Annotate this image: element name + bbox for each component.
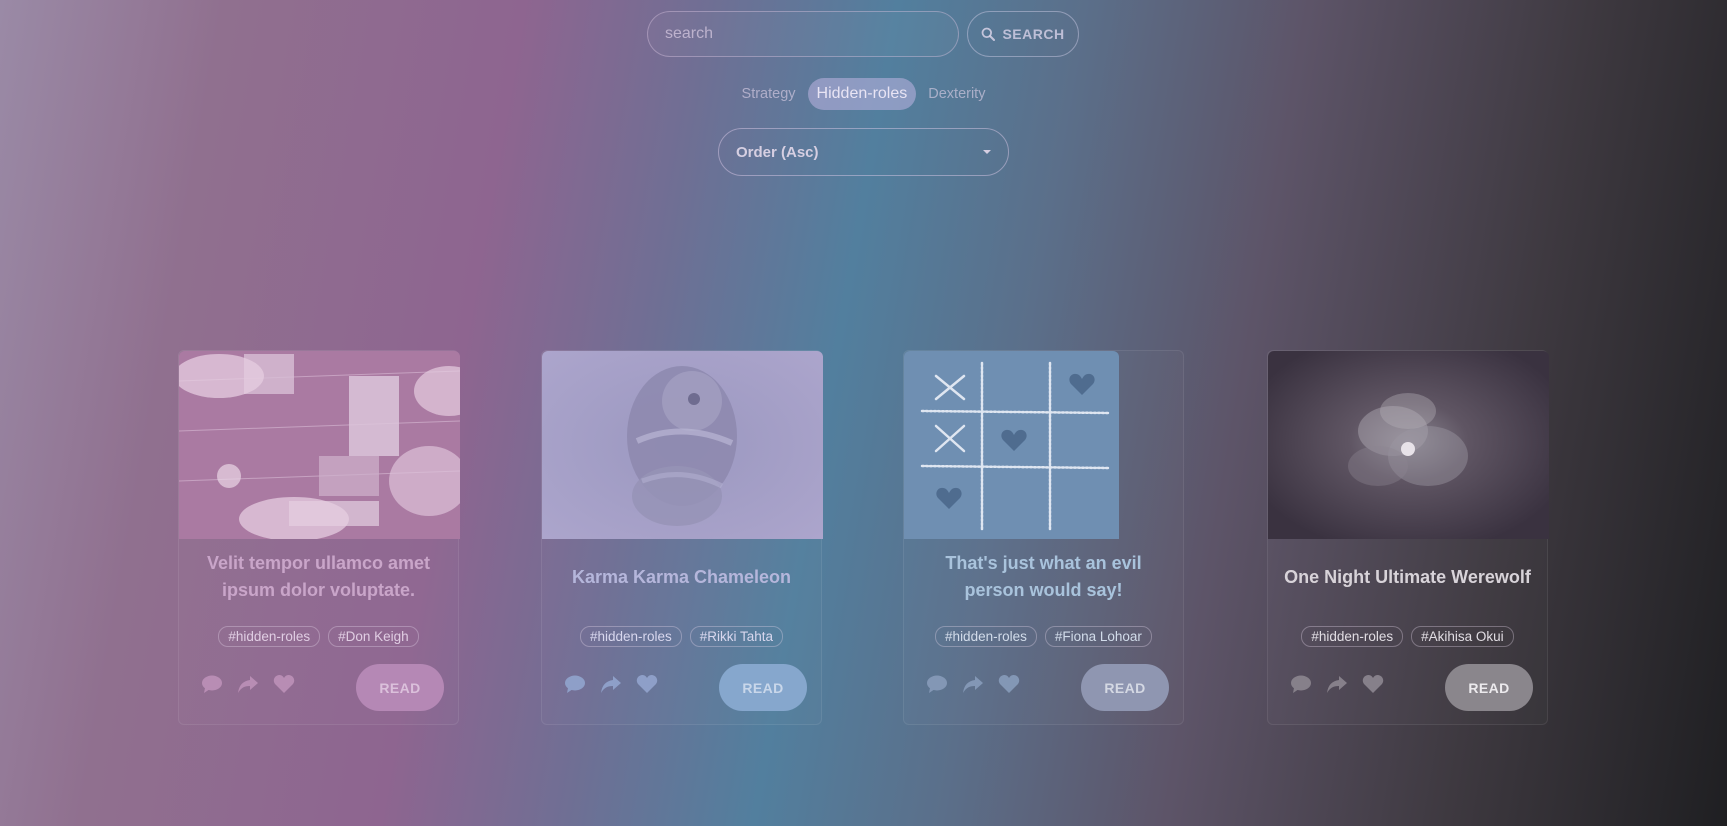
heart-icon[interactable] [636,674,658,694]
card-image-board-game [179,351,460,539]
tag-category[interactable]: #hidden-roles [579,626,682,647]
share-icon[interactable] [962,674,984,694]
tag-category[interactable]: #hidden-roles [1301,626,1404,647]
comment-icon[interactable] [201,674,223,694]
share-icon[interactable] [1326,674,1348,694]
filter-dexterity[interactable]: Dexterity [920,79,993,109]
card-title: That's just what an evil person would sa… [945,553,1142,600]
heart-icon[interactable] [273,674,295,694]
caret-down-icon [983,150,991,154]
read-button[interactable]: READ [719,664,807,711]
card-actions [201,674,295,694]
read-button[interactable]: READ [1081,664,1169,711]
category-filters: Strategy Hidden-roles Dexterity [0,78,1727,110]
heart-icon[interactable] [998,674,1020,694]
search-input[interactable] [647,11,959,57]
card-tags: #hidden-roles #Fiona Lohoar [904,626,1183,647]
card-title: One Night Ultimate Werewolf [1284,566,1531,587]
read-button[interactable]: READ [1445,664,1533,711]
game-card: That's just what an evil person would sa… [903,350,1184,725]
search-icon [982,27,996,41]
tag-category[interactable]: #hidden-roles [935,626,1037,647]
card-tags: #hidden-roles #Akihisa Okui [1268,626,1547,647]
card-image-moon [1268,351,1549,539]
share-icon[interactable] [237,674,259,694]
order-select-value: Order (Asc) [736,143,819,161]
comment-icon[interactable] [926,674,948,694]
card-actions [564,674,658,694]
card-tags: #hidden-roles #Rikki Tahta [542,626,821,647]
card-tags: #hidden-roles #Don Keigh [179,626,458,647]
tag-author[interactable]: #Don Keigh [328,626,419,647]
card-actions [926,674,1020,694]
read-button[interactable]: READ [356,664,444,711]
card-title: Velit tempor ullamco amet ipsum dolor vo… [206,553,431,600]
game-card: One Night Ultimate Werewolf #hidden-role… [1267,350,1549,725]
search-bar: SEARCH [647,11,1079,57]
heart-icon[interactable] [1362,674,1384,694]
filter-strategy[interactable]: Strategy [734,79,804,109]
tag-author[interactable]: #Akihisa Okui [1411,626,1514,647]
card-image-chameleon [542,351,823,539]
filter-hidden-roles[interactable]: Hidden-roles [807,78,917,110]
card-grid: Velit tempor ullamco amet ipsum dolor vo… [0,350,1727,727]
comment-icon[interactable] [1290,674,1312,694]
game-card: Velit tempor ullamco amet ipsum dolor vo… [178,350,460,725]
card-title: Karma Karma Chameleon [571,566,792,587]
card-image-tic-tac-toe [904,351,1119,539]
tag-author[interactable]: #Fiona Lohoar [1044,626,1152,647]
card-actions [1290,674,1384,694]
share-icon[interactable] [600,674,622,694]
tag-category[interactable]: #hidden-roles [218,626,321,647]
search-button-label: SEARCH [1002,26,1065,42]
comment-icon[interactable] [564,674,586,694]
game-card: Karma Karma Chameleon #hidden-roles #Rik… [541,350,823,725]
order-select[interactable]: Order (Asc) [718,128,1009,176]
tag-author[interactable]: #Rikki Tahta [689,626,784,647]
search-button[interactable]: SEARCH [967,11,1079,57]
